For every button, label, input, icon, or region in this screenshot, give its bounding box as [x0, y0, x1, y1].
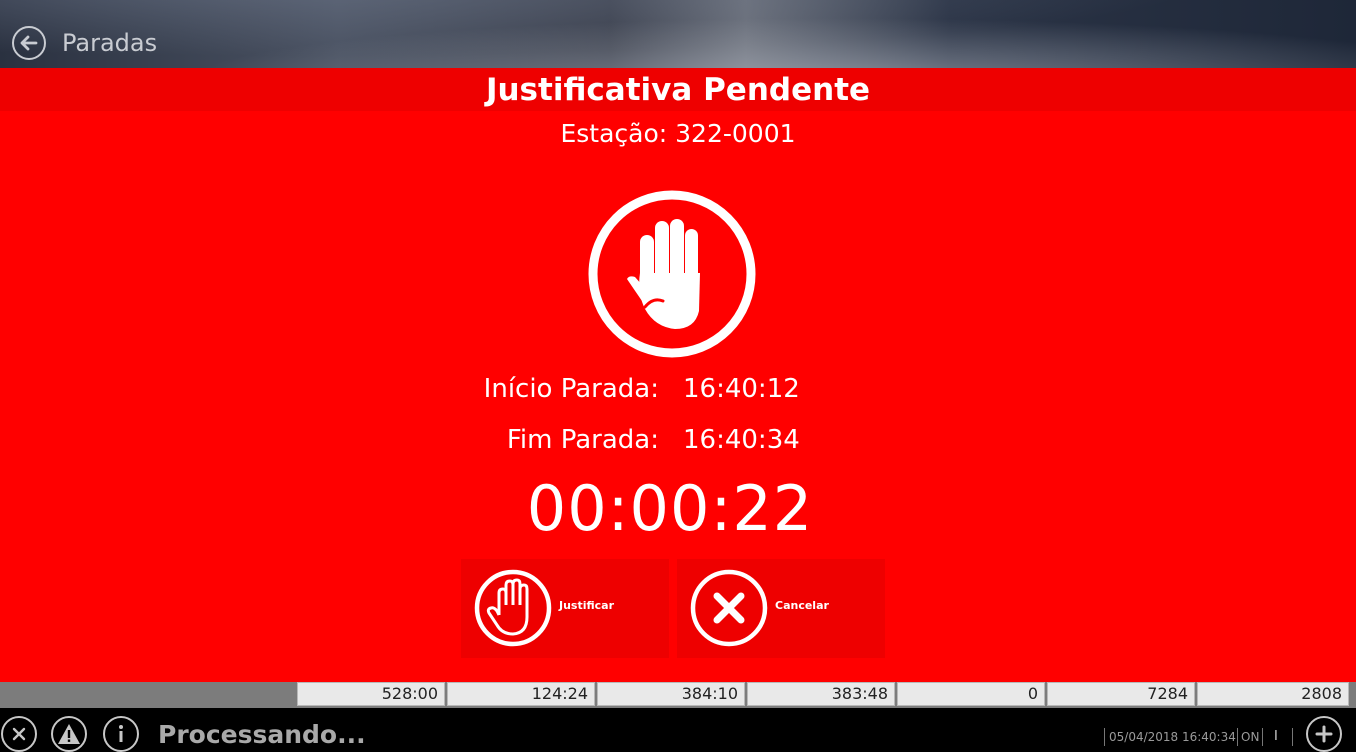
- status-indicator: I: [1274, 729, 1278, 744]
- table-cell: 384:10: [597, 682, 745, 706]
- add-button[interactable]: [1306, 716, 1342, 752]
- table-cell: 124:24: [447, 682, 595, 706]
- divider: [1292, 728, 1293, 746]
- stop-start-value: 16:40:12: [683, 374, 800, 404]
- stop-hand-icon: [474, 569, 552, 647]
- warning-icon: [58, 724, 80, 744]
- stop-start-label: Início Parada:: [483, 374, 659, 404]
- cancel-button-label: Cancelar: [775, 599, 829, 612]
- stop-duration: 00:00:22: [526, 472, 814, 545]
- status-bar: Processando... 05/04/2018 16:40:34 ON I: [0, 708, 1356, 752]
- table-cell: 528:00: [297, 682, 445, 706]
- justify-button[interactable]: Justificar: [461, 559, 669, 658]
- plus-icon: [1315, 725, 1333, 743]
- stop-hand-icon: [588, 190, 756, 358]
- app-header: Paradas: [0, 0, 1356, 68]
- alerts-button[interactable]: [51, 716, 87, 752]
- back-button[interactable]: [12, 26, 46, 60]
- header-background-image: [0, 0, 1356, 68]
- arrow-left-icon: [20, 35, 38, 51]
- info-icon: [119, 725, 123, 742]
- table-cell: 383:48: [747, 682, 895, 706]
- cancel-button[interactable]: Cancelar: [677, 559, 885, 658]
- close-app-button[interactable]: [1, 716, 37, 752]
- table-cell: 7284: [1047, 682, 1195, 706]
- datetime-display: 05/04/2018 16:40:34: [1104, 728, 1236, 746]
- page-title: Paradas: [62, 29, 158, 57]
- status-message: Processando...: [158, 720, 366, 749]
- table-row: 528:00 124:24 384:10 383:48 0 7284 2808: [0, 682, 1356, 708]
- justify-button-label: Justificar: [559, 599, 615, 612]
- close-icon: [690, 569, 768, 647]
- info-button[interactable]: [103, 716, 139, 752]
- table-cell: 2808: [1197, 682, 1349, 706]
- stop-end-value: 16:40:34: [683, 425, 800, 455]
- close-icon: [12, 727, 26, 741]
- station-label: Estação: 322-0001: [560, 119, 796, 148]
- connection-status: ON: [1237, 728, 1264, 746]
- pending-justification-dialog: Justificativa Pendente Estação: 322-0001…: [0, 68, 1356, 682]
- table-cell: 0: [897, 682, 1045, 706]
- stop-end-label: Fim Parada:: [506, 425, 659, 455]
- dialog-title: Justificativa Pendente: [485, 72, 871, 108]
